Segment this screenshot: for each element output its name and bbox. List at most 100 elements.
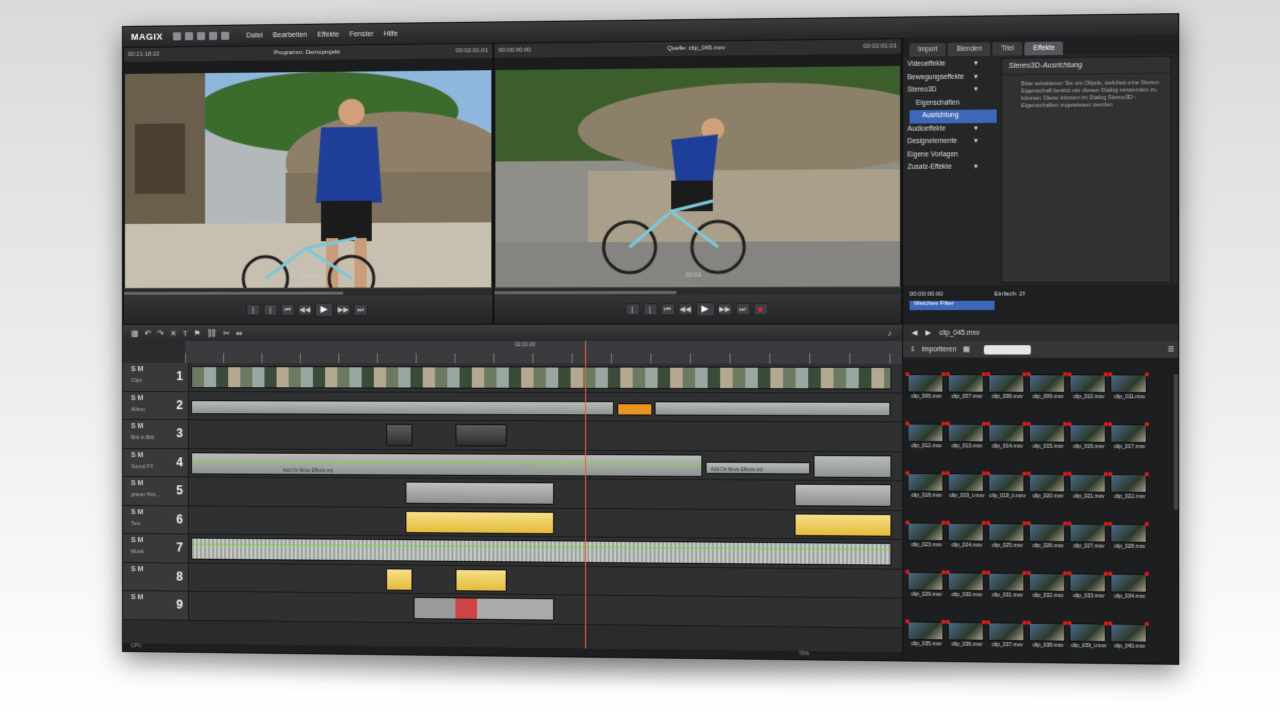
split-icon[interactable]: ⇹ [236,328,243,337]
menu-effekte[interactable]: Effekte [312,31,344,38]
src-jump-end-button[interactable]: ⏭ [735,303,750,315]
effect-eigene-vorlagen[interactable]: Eigene Vorlagen [903,148,997,162]
menu-hilfe[interactable]: Hilfe [379,30,403,37]
media-thumbnail[interactable]: clip_008.mxv [988,374,1026,424]
media-thumbnail[interactable]: clip_033.mxv [1069,573,1108,623]
track-lane[interactable] [189,592,902,627]
cursor-mode-icon[interactable]: ▦ [131,328,139,337]
media-thumbnail[interactable]: clip_035.mxv [907,621,945,664]
track-lane[interactable] [189,420,902,451]
tab-blenden[interactable]: Blenden [948,42,990,56]
media-thumbnail[interactable]: clip_029.mxv [907,572,945,622]
tab-import[interactable]: Import [910,43,947,57]
zoom-level[interactable]: 70% [799,651,810,657]
import-label[interactable]: Importieren [922,346,957,353]
grid-view-icon[interactable]: ▦ [963,345,970,353]
media-thumbnail[interactable]: clip_006.mxv [907,374,945,424]
media-thumbnail[interactable]: clip_038.mxv [1029,623,1068,665]
link-icon[interactable]: ⛓ [207,328,217,337]
forward-button[interactable]: ▶▶ [336,304,350,316]
playhead[interactable] [585,341,586,659]
background-clip[interactable] [795,484,892,507]
media-thumbnail[interactable]: clip_025.mxv [988,523,1026,573]
selected-clip[interactable] [617,403,652,415]
src-play-button[interactable]: ▶ [696,302,715,316]
text-icon[interactable]: T [183,328,188,337]
media-thumbnail[interactable]: clip_011.mxv [1110,374,1149,424]
volume-icon[interactable]: ♪ [887,328,891,337]
media-thumbnail[interactable]: clip_027.mxv [1069,524,1108,574]
solo-mute-toggle[interactable]: S M [131,366,143,373]
settings-icon[interactable] [209,32,217,40]
new-icon[interactable] [173,32,181,40]
media-thumbnail[interactable]: clip_015.mxv [1029,424,1068,474]
menu-datei[interactable]: Datei [241,32,268,39]
menu-bearbeiten[interactable]: Bearbeiten [268,31,312,39]
redo-icon[interactable]: ↷ [157,328,164,337]
effect-designelemente[interactable]: Designelemente ▾ [903,135,997,149]
music-clip[interactable] [191,538,891,566]
media-thumbnail[interactable]: clip_022.mxv [1110,474,1149,524]
back-arrow-icon[interactable]: ◀ [912,329,917,337]
media-thumbnail[interactable]: clip_007.mxv [948,374,986,424]
effect-ausrichtung[interactable]: Ausrichtung [910,109,997,123]
effect-audioeffekte[interactable]: Audioeffekte ▾ [903,122,997,136]
track-lane[interactable] [189,506,902,539]
media-thumbnail[interactable]: clip_020.mxv [1029,474,1068,524]
play-button[interactable]: ▶ [315,303,333,317]
media-thumbnail[interactable]: clip_019_ii.mxv [988,473,1026,523]
solo-mute-toggle[interactable]: S M [131,480,143,487]
sound-fx-clip[interactable]: Add On Move Effects.mp [706,461,811,474]
background-clip[interactable] [405,482,554,505]
solo-mute-toggle[interactable]: S M [131,509,143,516]
audio-clip[interactable] [655,401,891,416]
track-lane[interactable]: Add On Move Effects.mp Add On Move Effec… [189,449,902,480]
open-icon[interactable] [185,32,193,40]
media-thumbnail[interactable]: clip_012.mxv [907,424,945,474]
solo-mute-toggle[interactable]: S M [131,395,143,402]
media-thumbnail[interactable]: clip_031.mxv [988,573,1026,623]
next-marker-button[interactable]: | [263,304,277,316]
track-lane[interactable] [189,363,902,392]
filter-label[interactable]: Weiches Filter [910,301,995,310]
track-lane[interactable] [189,392,902,422]
effect-eigenschaften[interactable]: Eigenschaften [903,97,997,111]
undo-icon[interactable]: ↶ [145,328,152,337]
media-thumbnail[interactable]: clip_026.mxv [1029,523,1068,573]
effect-stereo3d[interactable]: Stereo3D ▾ [903,84,997,98]
media-thumbnail[interactable]: clip_028.mxv [1110,524,1149,574]
media-thumbnail[interactable]: clip_017.mxv [1110,424,1149,474]
list-view-icon[interactable]: ☰ [1168,345,1174,353]
media-thumbnail[interactable]: clip_024.mxv [948,523,986,573]
media-thumbnail[interactable]: clip_019_i.mxv [948,473,986,523]
solo-mute-toggle[interactable]: S M [131,452,143,459]
solo-mute-toggle[interactable]: S M [131,566,143,573]
media-thumbnail[interactable]: clip_034.mxv [1110,574,1149,624]
effect-clip[interactable] [414,597,555,621]
pip-clip[interactable] [455,424,506,446]
media-thumbnail[interactable]: clip_021.mxv [1069,474,1108,524]
audio-clip[interactable] [191,400,614,415]
effect-videoeffekte[interactable]: Videoeffekte ▾ [903,58,997,72]
media-thumbnail[interactable]: clip_039_i.mxv [1069,623,1108,665]
media-thumbnail[interactable]: clip_016.mxv [1069,424,1108,474]
media-thumbnail[interactable]: clip_037.mxv [988,622,1026,665]
media-thumbnail[interactable]: clip_013.mxv [948,424,986,474]
media-thumbnail[interactable]: clip_030.mxv [948,572,986,622]
solo-mute-toggle[interactable]: S M [131,594,143,601]
media-scrollbar[interactable] [1174,374,1179,509]
title-clip[interactable] [386,568,412,590]
media-thumbnail[interactable]: clip_018.mxv [907,473,945,523]
video-clip[interactable] [191,366,891,389]
menu-fenster[interactable]: Fenster [344,30,378,37]
tab-titel[interactable]: Titel [993,42,1023,56]
media-thumbnail[interactable]: clip_032.mxv [1029,573,1068,623]
timeline-ruler[interactable]: 02:01:20 [185,341,902,364]
jump-end-button[interactable]: ⏭ [354,304,368,316]
import-icon[interactable]: ⇩ [910,345,916,353]
media-thumbnail[interactable]: clip_014.mxv [988,424,1026,474]
solo-mute-toggle[interactable]: S M [131,423,143,430]
marker-icon[interactable]: ⚑ [194,328,201,337]
media-thumbnail[interactable]: clip_023.mxv [907,522,945,572]
src-jump-start-button[interactable]: ⏮ [660,303,675,315]
